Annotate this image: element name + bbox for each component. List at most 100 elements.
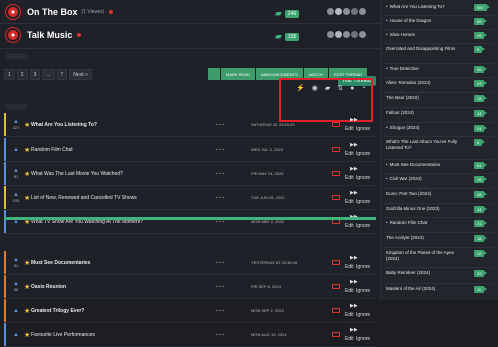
thread-action-icon[interactable] xyxy=(332,195,340,200)
page-1[interactable]: 1 xyxy=(4,69,15,80)
sidebar-thread-item[interactable]: • What Are You Listening To? 557 xyxy=(386,4,494,11)
sidebar-thread-item[interactable]: What's The Last Album You've Fully Liste… xyxy=(386,139,494,151)
edit-link[interactable]: Edit xyxy=(345,288,354,294)
page-3[interactable]: 3 xyxy=(29,69,41,80)
thread-action-icon[interactable] xyxy=(332,260,340,265)
thread-title[interactable]: Favourite Live Performances xyxy=(31,332,95,338)
thread-title[interactable]: Random Film Chat xyxy=(31,147,73,153)
thread-row[interactable]: ▲ 56 ★ Oasis Reunion ▪ ▪ ▪ FRI SEP 6, 2024 ▶▶ E… xyxy=(4,275,376,299)
sidebar-label-text[interactable]: What's The Last Album You've Fully Liste… xyxy=(386,139,457,150)
sidebar-thread-item[interactable]: Overrated and Disappointing Films 9 xyxy=(386,46,494,53)
thread-row[interactable]: ▲ ★ Greatest Trilogy Ever? ▪ ▪ ▪ MON SEP 2, … xyxy=(4,299,376,323)
edit-link[interactable]: Edit xyxy=(345,336,354,342)
ignore-link[interactable]: Ignore xyxy=(356,288,370,294)
sidebar-thread-item[interactable]: • Random Film Chat 21 xyxy=(386,220,494,227)
sidebar-label-text[interactable]: The Acolyte (2024) xyxy=(386,235,424,240)
play-icon[interactable]: ▶▶ xyxy=(350,255,358,261)
sidebar-label-text[interactable]: Civil War (2024) xyxy=(390,176,422,181)
edit-link[interactable]: Edit xyxy=(345,264,354,270)
sidebar-label-text[interactable]: Baby Reindeer (2024) xyxy=(386,270,430,275)
sidebar-thread-item[interactable]: • Slow Horses 25 xyxy=(386,32,494,39)
sidebar-thread-label[interactable]: • Random Film Chat xyxy=(386,220,466,226)
sidebar-thread-label[interactable]: Dune: Part Two (2024) xyxy=(386,191,466,197)
sidebar-thread-label[interactable]: • True Detective xyxy=(386,66,466,72)
ignore-link[interactable]: Ignore xyxy=(356,175,370,181)
next-page-button[interactable]: Next » xyxy=(69,69,92,80)
sidebar-thread-label[interactable]: • House of the Dragon xyxy=(386,18,466,24)
thread-row[interactable]: ▲ 105 ★ List of New, Renewed and Cancelled … xyxy=(4,186,376,210)
forum-talk-music[interactable]: ● Talk Music xyxy=(6,25,82,45)
thread-title[interactable]: What Are You Listening To? xyxy=(31,122,97,128)
avatar[interactable] xyxy=(358,30,367,39)
sidebar-label-text[interactable]: Alien: Romulus (2024) xyxy=(386,80,431,85)
edit-link[interactable]: Edit xyxy=(345,312,354,318)
upvote-icon[interactable]: ▲ xyxy=(9,308,23,314)
vote-box[interactable]: ▲ 51 xyxy=(9,257,23,268)
sidebar-thread-label[interactable]: Alien: Romulus (2024) xyxy=(386,80,466,86)
sidebar-thread-item[interactable]: The Acolyte (2024) 18 xyxy=(386,235,494,242)
forum-name[interactable]: Talk Music xyxy=(27,30,72,40)
ignore-link[interactable]: Ignore xyxy=(356,151,370,157)
sidebar-thread-item[interactable]: • True Detective 36 xyxy=(386,66,494,73)
sidebar-thread-label[interactable]: Godzilla Minus One (2023) xyxy=(386,206,466,212)
sidebar-thread-label[interactable]: • Shogun (2024) xyxy=(386,125,466,131)
sidebar-label-text[interactable]: Slow Horses xyxy=(390,32,415,37)
sidebar-label-text[interactable]: Masters of the Air (2024) xyxy=(386,286,435,291)
ignore-link[interactable]: Ignore xyxy=(356,312,370,318)
sidebar-thread-label[interactable]: Fallout (2024) xyxy=(386,110,466,116)
edit-link[interactable]: Edit xyxy=(345,223,354,229)
ignore-link[interactable]: Ignore xyxy=(356,199,370,205)
thread-action-icon[interactable] xyxy=(332,332,340,337)
page-2[interactable]: 2 xyxy=(16,69,28,80)
play-icon[interactable]: ▶▶ xyxy=(350,279,358,285)
sidebar-thread-label[interactable]: What's The Last Album You've Fully Liste… xyxy=(386,139,466,151)
sidebar-label-text[interactable]: House of the Dragon xyxy=(390,18,432,23)
upvote-icon[interactable]: ▲ xyxy=(9,147,23,153)
vote-box[interactable]: ▲ 227 xyxy=(9,119,23,130)
vote-box[interactable]: ▲ xyxy=(9,332,23,338)
ignore-link[interactable]: Ignore xyxy=(356,223,370,229)
thread-action-icon[interactable] xyxy=(332,308,340,313)
sidebar-label-text[interactable]: Overrated and Disappointing Films xyxy=(386,46,455,51)
sidebar-thread-label[interactable]: Baby Reindeer (2024) xyxy=(386,270,466,276)
forum-on-the-box[interactable]: ● On The Box (1 Viewer) xyxy=(6,2,114,22)
play-icon[interactable]: ▶▶ xyxy=(350,117,358,123)
sidebar-thread-label[interactable]: • Civil War (2024) xyxy=(386,176,466,182)
sidebar-thread-label[interactable]: • Slow Horses xyxy=(386,32,466,38)
page-7[interactable]: 7 xyxy=(56,69,68,80)
sidebar-thread-label[interactable]: The Bear (2022) xyxy=(386,95,466,101)
sidebar-label-text[interactable]: Dune: Part Two (2024) xyxy=(386,191,431,196)
ignore-link[interactable]: Ignore xyxy=(356,126,370,132)
sidebar-thread-item[interactable]: Baby Reindeer (2024) 22 xyxy=(386,270,494,277)
sidebar-thread-item[interactable]: Dune: Part Two (2024) 45 xyxy=(386,191,494,198)
edit-link[interactable]: Edit xyxy=(345,199,354,205)
thread-row[interactable]: ▲ 51 ★ Must See Documentaries ▪ ▪ ▪ YESTERDAY… xyxy=(4,251,376,275)
thread-action-icon[interactable] xyxy=(332,171,340,176)
sidebar-thread-item[interactable]: • Shogun (2024) 24 xyxy=(386,125,494,132)
thread-title[interactable]: List of New, Renewed and Cancelled TV Sh… xyxy=(31,195,137,201)
sidebar-label-text[interactable]: Kingdom of the Planet of the Apes (2024) xyxy=(386,250,454,261)
sidebar-thread-label[interactable]: • Must See Documentaries xyxy=(386,162,466,168)
thread-title[interactable]: Oasis Reunion xyxy=(31,284,66,290)
mark-read-button[interactable]: MARK READ xyxy=(221,68,255,80)
vote-box[interactable]: ▲ xyxy=(9,147,23,153)
sidebar-thread-item[interactable]: Alien: Romulus (2024) 23 xyxy=(386,80,494,87)
play-icon[interactable]: ▶▶ xyxy=(350,166,358,172)
sidebar-label-text[interactable]: What Are You Listening To? xyxy=(390,4,445,9)
thread-title[interactable]: Greatest Trilogy Ever? xyxy=(31,308,84,314)
thread-title[interactable]: What Was The Last Movie You Watched? xyxy=(31,171,123,177)
upvote-icon[interactable]: ▲ xyxy=(9,332,23,338)
sidebar-thread-item[interactable]: Fallout (2024) 14 xyxy=(386,110,494,117)
play-icon[interactable]: ▶▶ xyxy=(350,327,358,333)
play-icon[interactable]: ▶▶ xyxy=(350,190,358,196)
sidebar-label-text[interactable]: Must See Documentaries xyxy=(390,162,441,167)
sidebar-label-text[interactable]: Godzilla Minus One (2023) xyxy=(386,206,440,211)
sidebar-label-text[interactable]: The Bear (2022) xyxy=(386,95,419,100)
sidebar-thread-item[interactable]: • Must See Documentaries 51 xyxy=(386,162,494,169)
thread-row[interactable]: ▲ ★ Random Film Chat ▪ ▪ ▪ WED JUL 3, 2024 ▶▶… xyxy=(4,138,376,162)
sidebar-thread-item[interactable]: • Civil War (2024) 15 xyxy=(386,176,494,183)
thread-action-icon[interactable] xyxy=(332,147,340,152)
vote-box[interactable]: ▲ 105 xyxy=(9,192,23,203)
sidebar-thread-item[interactable]: Kingdom of the Planet of the Apes (2024)… xyxy=(386,250,494,262)
sidebar-label-text[interactable]: Fallout (2024) xyxy=(386,110,414,115)
